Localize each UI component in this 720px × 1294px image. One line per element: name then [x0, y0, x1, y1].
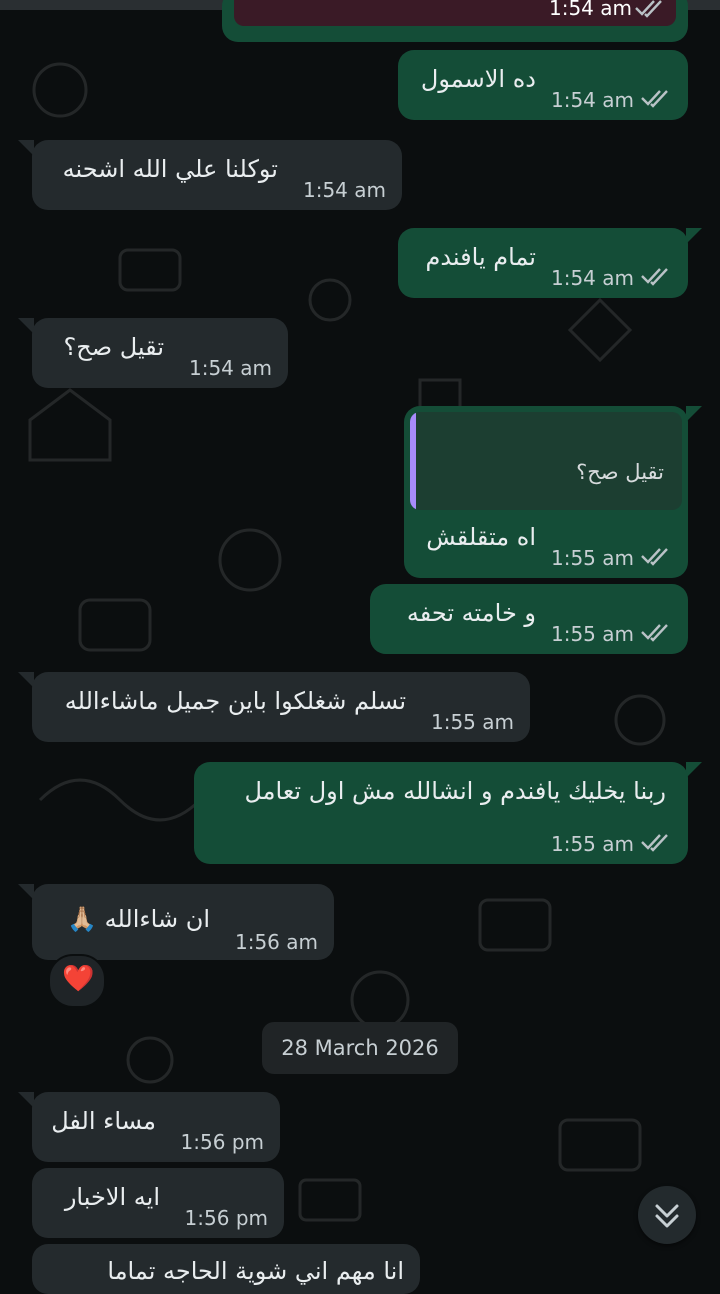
message-text: ده الاسمول	[420, 65, 536, 93]
message-text: ربنا يخليك يافندم و انشالله مش اول تعامل	[244, 777, 666, 805]
quote-accent-bar	[410, 412, 416, 510]
message-bubble-outgoing[interactable]: ده الاسمول 1:54 am	[398, 50, 688, 120]
double-check-icon	[641, 624, 668, 642]
message-text: تمام يافندم	[425, 243, 536, 271]
quoted-message-text: تقيل صح؟	[576, 460, 664, 484]
reaction-badge[interactable]: ❤️	[48, 954, 106, 1008]
message-text: ان شاءالله 🙏🏼	[67, 905, 210, 933]
message-text: اه متقلقش	[426, 523, 536, 551]
message-bubble-media-clipped[interactable]: 1:54 am	[222, 0, 688, 42]
message-bubble-incoming[interactable]: تقيل صح؟ 1:54 am	[32, 318, 288, 388]
bubble-tail	[686, 762, 702, 778]
double-check-icon	[635, 0, 662, 18]
message-bubble-outgoing-reply[interactable]: تقيل صح؟ اه متقلقش 1:55 am	[404, 406, 688, 578]
message-bubble-incoming-clipped[interactable]: انا مهم اني شوية الحاجه تماما	[32, 1244, 420, 1294]
message-bubble-incoming[interactable]: ايه الاخبار 1:56 pm	[32, 1168, 284, 1238]
message-bubble-outgoing[interactable]: و خامته تحفه 1:55 am	[370, 584, 688, 654]
chevrons-down-icon	[655, 1204, 679, 1228]
message-text: مساء الفل	[51, 1107, 156, 1135]
message-time: 1:54 am	[302, 178, 386, 202]
double-check-icon	[641, 90, 668, 108]
message-time: 1:56 pm	[180, 1130, 264, 1154]
message-text: و خامته تحفه	[406, 599, 536, 627]
message-time: 1:55 am	[550, 832, 634, 856]
double-check-icon	[641, 548, 668, 566]
message-text: توكلنا علي الله اشحنه	[62, 155, 278, 183]
heart-icon: ❤️	[62, 964, 95, 994]
quoted-message[interactable]: تقيل صح؟	[410, 412, 682, 510]
message-time: 1:56 pm	[184, 1206, 268, 1230]
scroll-to-bottom-button[interactable]	[638, 1186, 696, 1244]
double-check-icon	[641, 834, 668, 852]
bubble-tail	[686, 228, 702, 244]
message-bubble-outgoing[interactable]: ربنا يخليك يافندم و انشالله مش اول تعامل…	[194, 762, 688, 864]
message-text: تسلم شغلكوا باين جميل ماشاءالله	[64, 687, 406, 715]
message-time: 1:55 am	[550, 622, 634, 646]
message-text: انا مهم اني شوية الحاجه تماما	[107, 1257, 404, 1285]
message-bubble-incoming[interactable]: توكلنا علي الله اشحنه 1:54 am	[32, 140, 402, 210]
message-time: 1:55 am	[550, 546, 634, 570]
message-time: 1:54 am	[550, 88, 634, 112]
bubble-tail	[686, 406, 702, 422]
message-time: 1:54 am	[548, 0, 632, 20]
message-bubble-incoming[interactable]: مساء الفل 1:56 pm	[32, 1092, 280, 1162]
message-bubble-incoming[interactable]: ان شاءالله 🙏🏼 1:56 am	[32, 884, 334, 960]
message-text: تقيل صح؟	[63, 333, 164, 361]
message-time: 1:56 am	[234, 930, 318, 954]
message-text: ايه الاخبار	[64, 1183, 160, 1211]
message-bubble-incoming[interactable]: تسلم شغلكوا باين جميل ماشاءالله 1:55 am	[32, 672, 530, 742]
message-time: 1:55 am	[430, 710, 514, 734]
date-divider: 28 March 2026	[262, 1022, 458, 1074]
message-time: 1:54 am	[550, 266, 634, 290]
double-check-icon	[641, 268, 668, 286]
message-bubble-outgoing[interactable]: تمام يافندم 1:54 am	[398, 228, 688, 298]
message-time: 1:54 am	[188, 356, 272, 380]
